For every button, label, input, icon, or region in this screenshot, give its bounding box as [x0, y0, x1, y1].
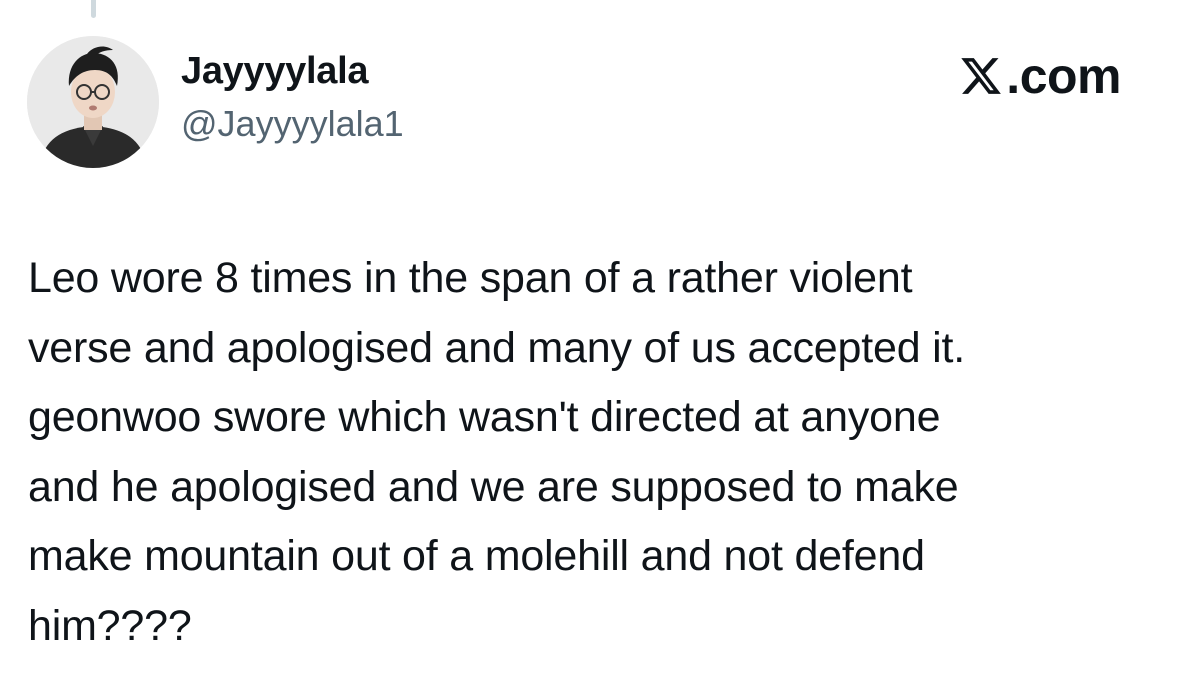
profile-photo-icon — [27, 36, 159, 168]
author-display-name[interactable]: Jayyyylala — [181, 52, 368, 90]
avatar[interactable] — [27, 36, 159, 168]
x-brand-watermark: .com — [959, 50, 1121, 102]
tweet-body-text: Leo wore 8 times in the span of a rather… — [28, 254, 966, 650]
author-handle[interactable]: @Jayyyylala1 — [181, 106, 404, 142]
x-logo-icon — [961, 58, 1002, 94]
thread-connector-line — [91, 0, 96, 18]
brand-domain-label: .com — [1006, 48, 1121, 104]
